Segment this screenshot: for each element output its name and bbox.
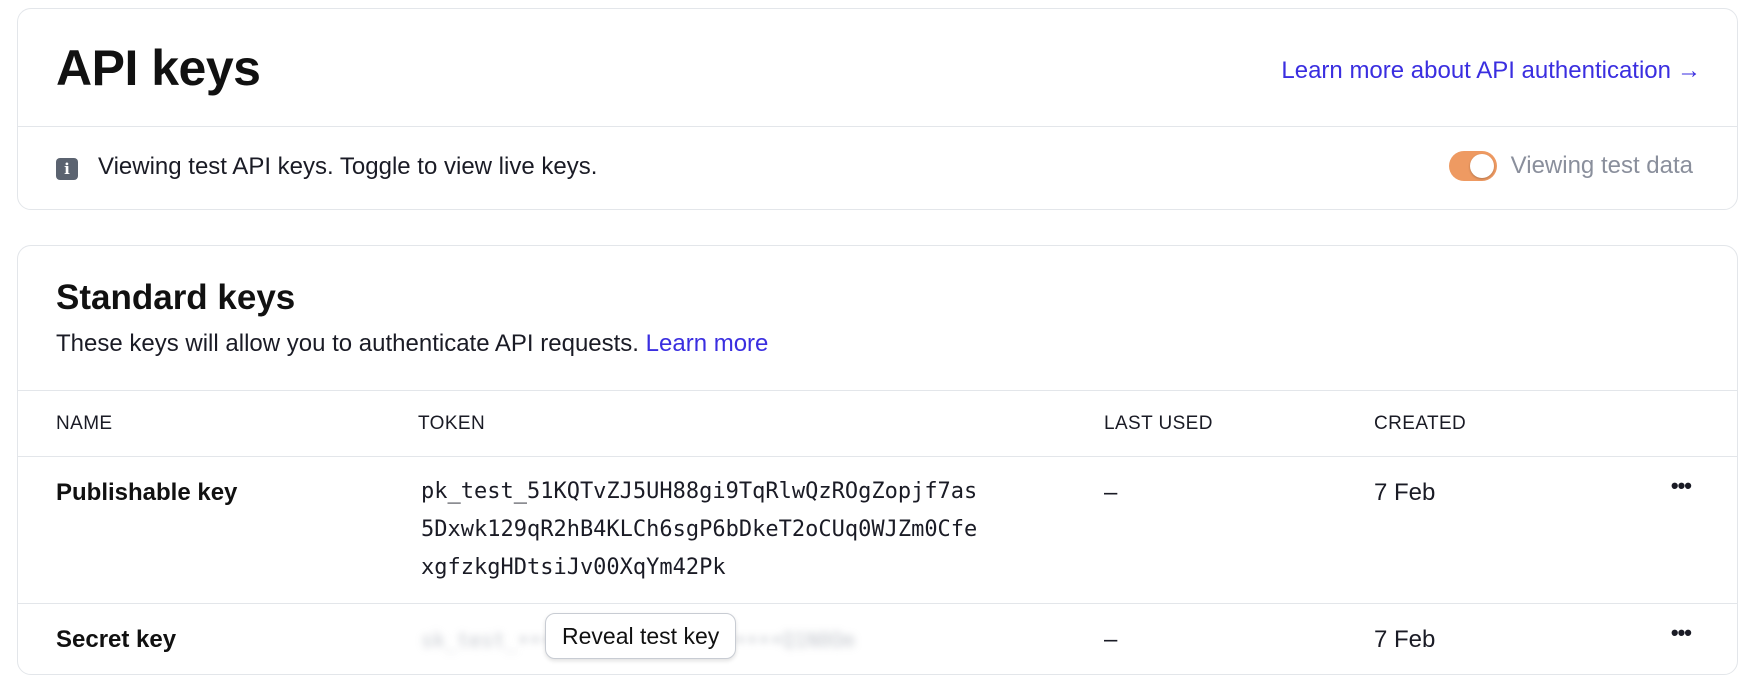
reveal-test-key-button[interactable]: Reveal test key xyxy=(545,613,737,659)
api-keys-header-card: API keys Learn more about API authentica… xyxy=(17,8,1738,210)
learn-more-link[interactable]: Learn more xyxy=(646,330,769,357)
standard-keys-card: Standard keys These keys will allow you … xyxy=(17,245,1738,675)
key-name: Secret key xyxy=(56,626,177,653)
column-header-last-used: LAST USED xyxy=(1104,413,1213,434)
learn-api-auth-link[interactable]: Learn more about API authentication → xyxy=(1281,57,1701,85)
table-row: Secret key sk_test_•••••••••••••••••••••… xyxy=(18,604,1737,674)
column-header-name: NAME xyxy=(56,413,113,434)
notice-text: Viewing test API keys. Toggle to view li… xyxy=(98,153,598,180)
page-title: API keys xyxy=(56,40,261,96)
info-icon: i xyxy=(56,158,78,180)
column-header-created: CREATED xyxy=(1374,413,1467,434)
toggle-knob xyxy=(1469,154,1494,178)
column-header-token: TOKEN xyxy=(418,413,486,434)
test-data-toggle[interactable] xyxy=(1448,151,1497,181)
section-description: These keys will allow you to authenticat… xyxy=(56,330,768,358)
more-options-icon[interactable]: ••• xyxy=(1671,473,1692,499)
test-mode-notice: i Viewing test API keys. Toggle to view … xyxy=(18,127,1737,209)
key-token-line: pk_test_51KQTvZJ5UH88gi9TqRlwQzROgZopjf7… xyxy=(421,479,978,504)
page-header: API keys Learn more about API authentica… xyxy=(18,9,1737,127)
more-options-icon[interactable]: ••• xyxy=(1671,620,1692,646)
arrow-right-icon: → xyxy=(1677,57,1701,84)
key-created: 7 Feb xyxy=(1374,479,1436,506)
test-data-toggle-group[interactable]: Viewing test data xyxy=(1448,151,1693,181)
table-header: NAME TOKEN LAST USED CREATED xyxy=(18,391,1737,457)
key-token-line: 5Dxwk129qR2hB4KLCh6sgP6bDkeT2oCUq0WJZm0C… xyxy=(421,517,978,542)
key-name: Publishable key xyxy=(56,479,238,506)
section-description-text: These keys will allow you to authenticat… xyxy=(56,330,639,357)
key-last-used: – xyxy=(1104,479,1118,506)
table-row: Publishable key pk_test_51KQTvZJ5UH88gi9… xyxy=(18,457,1737,604)
standard-keys-header: Standard keys These keys will allow you … xyxy=(18,246,1737,391)
key-last-used: – xyxy=(1104,626,1118,653)
section-title: Standard keys xyxy=(56,278,296,317)
toggle-label: Viewing test data xyxy=(1510,152,1693,179)
learn-api-auth-link-label: Learn more about API authentication xyxy=(1281,57,1671,84)
key-created: 7 Feb xyxy=(1374,626,1436,653)
key-token-line: xgfzkgHDtsiJv00XqYm42Pk xyxy=(421,555,726,580)
key-token[interactable]: pk_test_51KQTvZJ5UH88gi9TqRlwQzROgZopjf7… xyxy=(421,473,1041,587)
